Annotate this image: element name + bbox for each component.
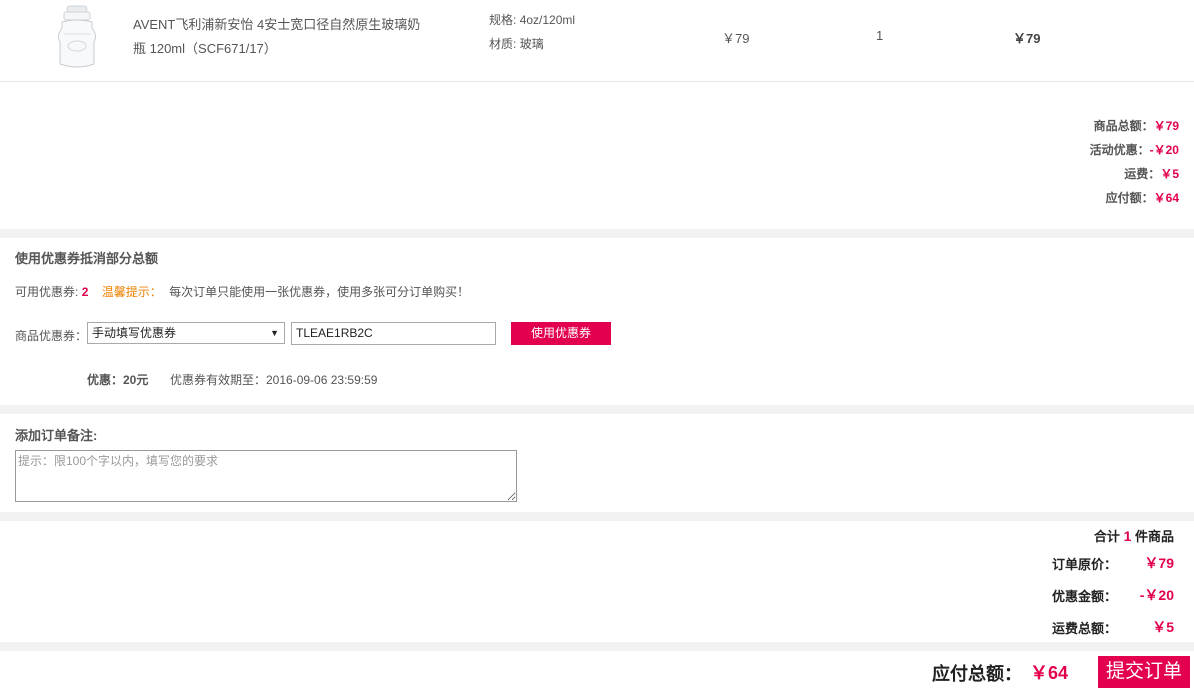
payable-total-value: ￥64 xyxy=(1030,663,1069,683)
product-spec: 规格: 4oz/120ml 材质: 玻璃 xyxy=(489,8,575,56)
coupon-select-label: 商品优惠券： xyxy=(15,329,88,343)
tip-label: 温馨提示： xyxy=(101,285,162,299)
count-suffix: 件商品 xyxy=(1134,529,1174,544)
apply-coupon-button[interactable]: 使用优惠券 xyxy=(511,322,611,345)
shipping-total-value: ￥5 xyxy=(1152,619,1174,635)
discount-amount-label: 优惠金额： xyxy=(1052,589,1118,604)
quantity: 1 xyxy=(876,28,884,43)
coupon-type-value: 手动填写优惠券 xyxy=(92,326,177,340)
remark-title: 添加订单备注: xyxy=(15,428,98,443)
order-item-row: AVENT飞利浦新安怡 4安士宽口径自然原生玻璃奶瓶 120ml（SCF671/… xyxy=(0,0,1194,82)
count-value: 1 xyxy=(1123,528,1132,544)
coupon-type-select[interactable]: 手动填写优惠券 ▼ xyxy=(87,322,285,344)
baby-bottle-image[interactable] xyxy=(54,4,100,70)
section-divider xyxy=(0,642,1194,651)
coupon-expiry: 优惠券有效期至：2016-09-06 23:59:59 xyxy=(170,373,378,387)
original-price-value: ￥79 xyxy=(1144,555,1174,571)
payable-amount: 应付额：￥64 xyxy=(1105,191,1179,205)
promo-discount: 活动优惠：-￥20 xyxy=(1089,143,1179,157)
material-value: 玻璃 xyxy=(519,37,544,51)
material-label: 材质: xyxy=(489,37,517,51)
payable-total-label: 应付总额： xyxy=(932,664,1022,684)
shipping-fee: 运费：￥5 xyxy=(1124,167,1179,181)
shipping-total-label: 运费总额： xyxy=(1052,621,1118,636)
goods-total: 商品总额：￥79 xyxy=(1093,119,1179,133)
section-divider xyxy=(0,512,1194,521)
coupon-code-input[interactable]: TLEAE1RB2C xyxy=(291,322,496,345)
coupon-section-title: 使用优惠券抵消部分总额 xyxy=(15,251,159,266)
coupon-availability: 可用优惠券: 2 温馨提示： 每次订单只能使用一张优惠券，使用多张可分订单购买！ xyxy=(15,283,469,300)
discount-amount-value: -￥20 xyxy=(1139,587,1174,603)
product-name[interactable]: AVENT飞利浦新安怡 4安士宽口径自然原生玻璃奶瓶 120ml（SCF671/… xyxy=(133,13,433,61)
section-divider xyxy=(0,229,1194,238)
item-subtotal: ￥79 xyxy=(1013,31,1041,46)
section-divider xyxy=(0,405,1194,414)
tip-text: 每次订单只能使用一张优惠券，使用多张可分订单购买！ xyxy=(169,285,470,299)
spec-value: 4oz/120ml xyxy=(519,13,576,27)
dropdown-arrow-icon: ▼ xyxy=(270,328,279,338)
coupon-discount: 优惠：20元 xyxy=(87,373,149,387)
available-count: 2 xyxy=(81,285,89,299)
order-remark-textarea[interactable] xyxy=(15,450,517,502)
available-label: 可用优惠券: xyxy=(15,285,79,299)
count-prefix: 合计 xyxy=(1093,529,1120,544)
original-price-label: 订单原价： xyxy=(1052,557,1118,572)
item-count: 合计 1 件商品 xyxy=(1094,526,1174,545)
submit-order-button[interactable]: 提交订单 xyxy=(1098,656,1190,688)
unit-price: ￥79 xyxy=(722,31,750,46)
spec-label: 规格: xyxy=(489,13,517,27)
